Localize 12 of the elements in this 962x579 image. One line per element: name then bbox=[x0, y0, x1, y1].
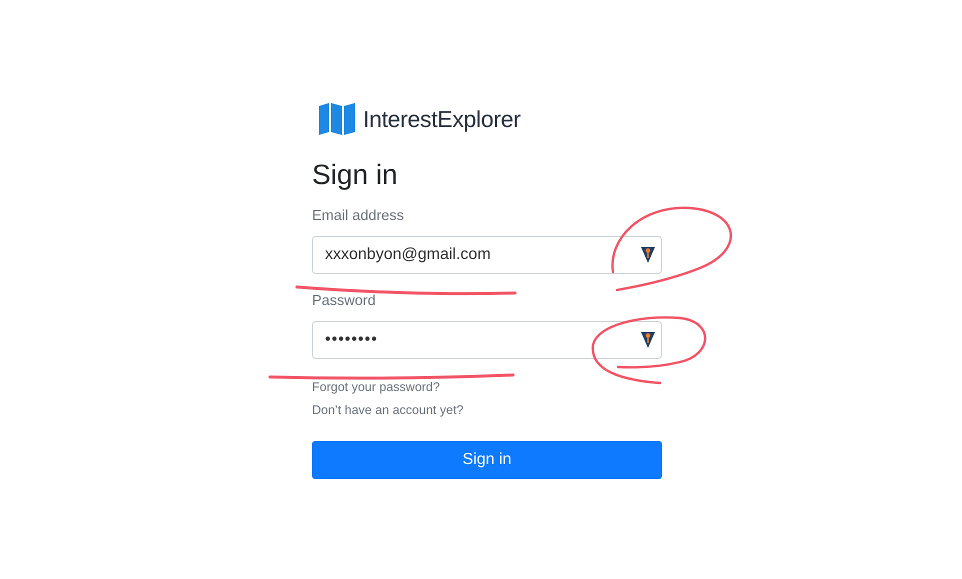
sign-in-button[interactable]: Sign in bbox=[312, 441, 662, 479]
email-field[interactable]: xxxonbyon@gmail.com bbox=[312, 236, 662, 274]
text-link[interactable]: Forgot your password? bbox=[312, 380, 440, 394]
key-shield-icon[interactable] bbox=[641, 332, 655, 348]
field-label: Password bbox=[312, 293, 377, 309]
field-label: Email address bbox=[312, 208, 405, 224]
page-title: Sign in bbox=[312, 159, 399, 191]
password-field[interactable]: •••••••• bbox=[312, 321, 662, 359]
map-icon bbox=[319, 103, 355, 135]
brand-name: InterestExplorer bbox=[363, 106, 521, 132]
key-shield-icon[interactable] bbox=[641, 247, 655, 263]
text-link[interactable]: Don’t have an account yet? bbox=[312, 403, 464, 417]
